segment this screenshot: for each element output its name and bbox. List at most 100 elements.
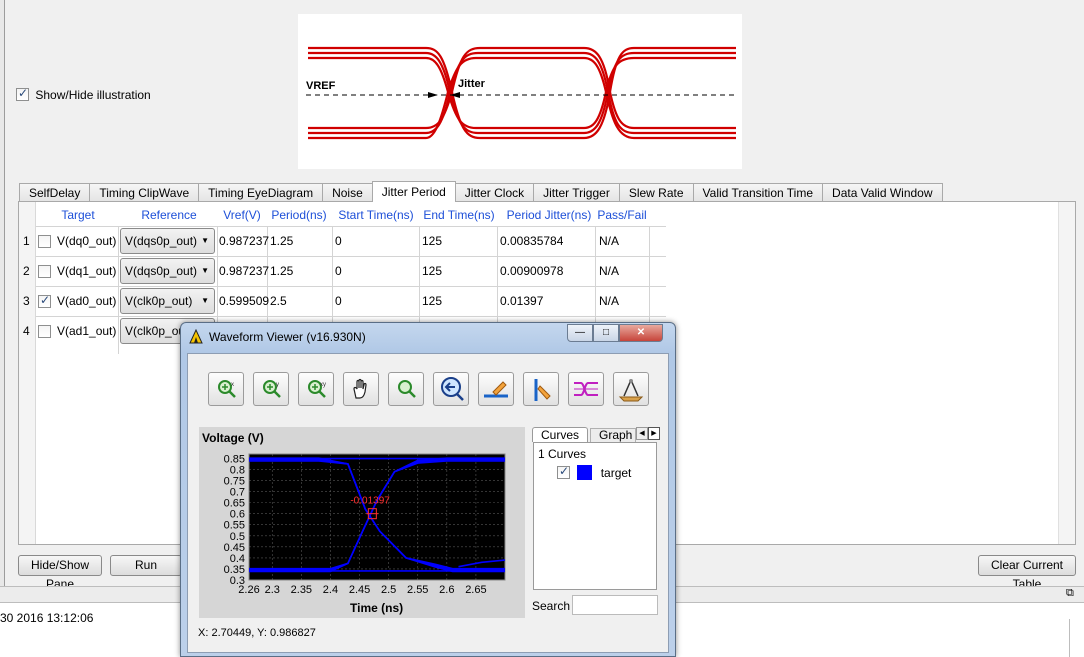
measure-button[interactable]: [613, 372, 649, 406]
row-checkbox[interactable]: [38, 293, 51, 309]
reference-select[interactable]: V(clk0p_out) ▼: [120, 288, 215, 314]
pass-fail-cell: N/A: [599, 264, 620, 278]
target-cell[interactable]: V(ad0_out): [57, 286, 116, 316]
tab-jitter-period[interactable]: Jitter Period: [371, 181, 456, 202]
show-hide-illustration-toggle[interactable]: Show/Hide illustration: [16, 86, 151, 102]
header-vref[interactable]: Vref(V): [219, 204, 265, 226]
tab-scroll-right-icon[interactable]: ▶: [648, 427, 660, 440]
restore-pane-icon[interactable]: ⧉: [1066, 587, 1074, 600]
tab-valid-transition-time[interactable]: Valid Transition Time: [692, 183, 824, 202]
curve-item[interactable]: target: [557, 464, 632, 481]
zoom-x-icon: x: [218, 380, 236, 398]
header-reference[interactable]: Reference: [119, 204, 219, 226]
dropdown-arrow-icon: ▼: [201, 236, 209, 245]
header-start-time[interactable]: Start Time(ns): [333, 204, 419, 226]
plot-panel: Voltage (V) 0.85 0.8 0.75 0.7 0.65 0.6 0.55 0.5…: [199, 427, 525, 618]
period-cell[interactable]: 1.25: [270, 226, 293, 256]
reference-value: V(dqs0p_out): [125, 234, 198, 248]
target-cell[interactable]: V(ad1_out): [57, 316, 116, 346]
target-cell[interactable]: V(dq1_out): [57, 256, 116, 286]
end-time-cell[interactable]: 125: [422, 226, 442, 256]
target-cell[interactable]: V(dq0_out): [57, 226, 116, 256]
tab-slew-rate[interactable]: Slew Rate: [618, 183, 694, 202]
dropdown-arrow-icon: ▼: [201, 296, 209, 305]
start-time-cell[interactable]: 0: [335, 256, 342, 286]
minimize-button[interactable]: —: [567, 324, 593, 342]
tab-timing-clipwave[interactable]: Timing ClipWave: [89, 183, 200, 202]
row-number: 4: [23, 324, 30, 338]
period-jitter-cell: 0.01397: [500, 294, 544, 308]
row-checkbox[interactable]: [38, 265, 51, 279]
zoom-xy-button[interactable]: xy: [298, 372, 334, 406]
period-cell[interactable]: 2.5: [270, 286, 287, 316]
curve-checkbox[interactable]: [557, 464, 570, 480]
vertical-marker-button[interactable]: [523, 372, 559, 406]
pass-fail-cell: N/A: [599, 234, 620, 248]
run-button[interactable]: Run: [110, 555, 182, 576]
reference-select[interactable]: V(dqs0p_out) ▼: [120, 258, 215, 284]
vref-cell[interactable]: 0.987237: [219, 256, 269, 286]
voltage-eye-plot[interactable]: 0.850.80.750.70.650.60.550.50.450.40.350…: [199, 427, 525, 618]
search-label: Search: [532, 599, 571, 613]
x-tick-label: 2.35: [291, 584, 312, 596]
hide-show-pane-button[interactable]: Hide/Show Pane: [18, 555, 102, 591]
tab-curves[interactable]: Curves: [532, 427, 588, 442]
maximize-button[interactable]: □: [593, 324, 619, 342]
eye-icon: [574, 382, 598, 396]
row-checkbox[interactable]: [38, 235, 51, 249]
tab-graph[interactable]: Graph: [590, 428, 636, 442]
tab-selfdelay[interactable]: SelfDelay: [19, 183, 91, 202]
pan-button[interactable]: [343, 372, 379, 406]
tab-jitter-trigger[interactable]: Jitter Trigger: [533, 183, 620, 202]
log-scrollbar[interactable]: [1069, 619, 1070, 657]
plot-area: [249, 454, 505, 580]
zoom-y-button[interactable]: y: [253, 372, 289, 406]
vref-cell[interactable]: 0.987237: [219, 226, 269, 256]
header-target[interactable]: Target: [55, 204, 101, 226]
tab-scroll-left-icon[interactable]: ◀: [636, 427, 648, 440]
curve-name: target: [600, 465, 632, 480]
close-button[interactable]: ✕: [619, 324, 663, 342]
jitter-illustration: VREF Jitter: [298, 14, 742, 169]
svg-text:x: x: [231, 382, 234, 388]
header-pass-fail[interactable]: Pass/Fail: [596, 204, 648, 226]
header-period-jitter[interactable]: Period Jitter(ns): [502, 204, 596, 226]
search-input[interactable]: [572, 595, 658, 615]
end-time-cell[interactable]: 125: [422, 286, 442, 316]
zoom-fit-button[interactable]: [388, 372, 424, 406]
tab-noise[interactable]: Noise: [322, 183, 373, 202]
left-pane-splitter[interactable]: [0, 0, 5, 590]
zoom-x-button[interactable]: x: [208, 372, 244, 406]
waveform-viewer-body: x y xy Voltage (V) 0.85 0.8 0.75 0.7 0.6…: [187, 353, 669, 653]
row-number: 2: [23, 264, 30, 278]
zoom-back-button[interactable]: [433, 372, 469, 406]
reference-value: V(clk0p_out): [125, 294, 193, 308]
period-cell[interactable]: 1.25: [270, 256, 293, 286]
jitter-label: Jitter: [458, 78, 485, 90]
pass-fail-cell: N/A: [599, 294, 620, 308]
eye-diagram-button[interactable]: [568, 372, 604, 406]
horizontal-marker-button[interactable]: [478, 372, 514, 406]
marker-v-icon: [534, 379, 551, 401]
dropdown-arrow-icon: ▼: [201, 266, 209, 275]
start-time-cell[interactable]: 0: [335, 226, 342, 256]
zoom-y-icon: y: [263, 380, 281, 398]
waveform-viewer-window[interactable]: Waveform Viewer (v16.930N) — □ ✕ x y xy: [180, 322, 676, 657]
curves-count: 1 Curves: [538, 447, 587, 461]
curves-panel: Curves Graph ◀ ▶ 1 Curves target Search: [532, 427, 660, 642]
x-tick-label: 2.55: [407, 584, 428, 596]
curve-color-swatch: [577, 465, 593, 481]
illustration-checkbox[interactable]: [16, 86, 29, 102]
reference-select[interactable]: V(dqs0p_out) ▼: [120, 228, 215, 254]
tab-timing-eyediagram[interactable]: Timing EyeDiagram: [198, 183, 324, 202]
zoom-fit-icon: [398, 380, 416, 398]
clear-current-table-button[interactable]: Clear Current Table: [978, 555, 1076, 591]
row-checkbox[interactable]: [38, 325, 51, 339]
vref-cell[interactable]: 0.599509: [219, 286, 269, 316]
tab-data-valid-window[interactable]: Data Valid Window: [822, 183, 943, 202]
tab-jitter-clock[interactable]: Jitter Clock: [454, 183, 535, 202]
header-period[interactable]: Period(ns): [268, 204, 330, 226]
start-time-cell[interactable]: 0: [335, 286, 342, 316]
header-end-time[interactable]: End Time(ns): [421, 204, 497, 226]
end-time-cell[interactable]: 125: [422, 256, 442, 286]
